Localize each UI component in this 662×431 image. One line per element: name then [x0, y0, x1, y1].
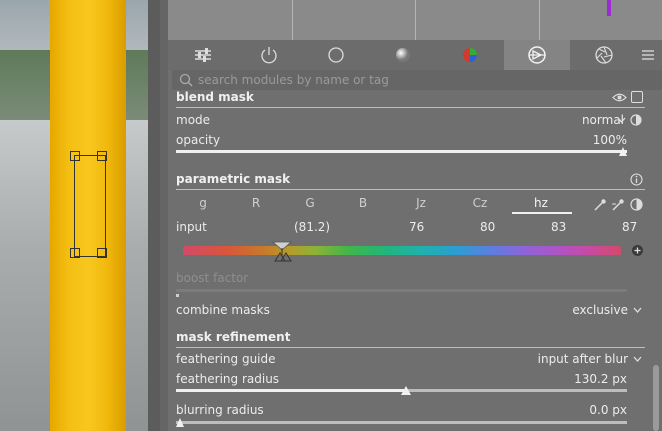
section-divider — [176, 189, 645, 190]
color-sphere-icon — [463, 48, 477, 62]
color-picker-icon[interactable] — [593, 198, 607, 212]
module-group-tabs — [168, 40, 662, 70]
blurring-radius-slider[interactable] — [176, 418, 627, 428]
search-bar — [172, 70, 662, 90]
blend-mask-title: blend mask — [176, 90, 254, 104]
channel-tab-jz[interactable]: Jz — [401, 196, 441, 210]
mode-label: mode — [176, 113, 211, 127]
mode-dropdown[interactable]: normal — [560, 113, 642, 128]
shape-handle-bl[interactable] — [70, 248, 80, 258]
blurring-radius-track — [176, 421, 627, 424]
circle-icon — [328, 47, 344, 63]
tab-color[interactable] — [437, 40, 503, 70]
panel-border — [160, 0, 168, 431]
input-value-4: 87 — [622, 220, 638, 234]
opacity-label: opacity — [176, 133, 221, 147]
input-value-2: 80 — [480, 220, 496, 234]
input-value-3: 83 — [551, 220, 567, 234]
histogram[interactable] — [168, 0, 662, 40]
opacity-slider[interactable] — [176, 147, 627, 158]
image-preview[interactable] — [0, 0, 148, 431]
add-icon[interactable] — [631, 244, 644, 257]
channel-tab-cz[interactable]: Cz — [460, 196, 500, 210]
input-readout: (81.2) — [294, 220, 331, 234]
chevron-down-icon — [617, 117, 626, 123]
boost-factor-slider[interactable] — [176, 289, 627, 292]
hue-gradient-bar[interactable] — [183, 246, 621, 255]
input-label: input — [176, 220, 207, 234]
eye-icon[interactable] — [612, 92, 627, 103]
feathering-guide-value: input after blur — [537, 352, 628, 366]
shutter-icon — [595, 46, 613, 64]
boost-factor-label: boost factor — [176, 271, 249, 285]
feathering-radius-slider[interactable] — [176, 386, 627, 396]
histogram-gridline — [539, 0, 540, 40]
color-picker-set-icon[interactable] — [611, 198, 625, 212]
feathering-radius-label: feathering radius — [176, 372, 280, 386]
feathering-radius-value: 130.2 px — [574, 372, 627, 386]
parametric-mask-title: parametric mask — [176, 172, 291, 186]
chevron-down-icon — [633, 307, 642, 313]
range-markers[interactable] — [271, 240, 295, 262]
opacity-fill — [176, 150, 627, 153]
opacity-marker[interactable] — [619, 147, 627, 156]
search-icon — [179, 73, 193, 87]
info-icon[interactable] — [630, 173, 643, 186]
mask-refinement-title: mask refinement — [176, 330, 291, 344]
shape-handle-tl[interactable] — [70, 151, 80, 161]
input-value-1: 76 — [409, 220, 425, 234]
panel-divider[interactable] — [148, 0, 160, 431]
mask-display-icon[interactable] — [631, 91, 643, 103]
tone-sphere-icon — [396, 48, 410, 62]
active-channel-underline — [512, 212, 572, 214]
combine-masks-value: exclusive — [572, 303, 628, 317]
power-icon — [261, 47, 277, 64]
histogram-gridline — [292, 0, 293, 40]
sliders-icon — [195, 48, 211, 62]
tab-effect[interactable] — [571, 40, 637, 70]
tab-base[interactable] — [303, 40, 369, 70]
opacity-value: 100% — [592, 133, 627, 147]
blurring-radius-marker[interactable] — [176, 418, 184, 427]
aperture-icon — [528, 46, 546, 64]
combine-masks-label: combine masks — [176, 303, 270, 317]
histogram-peak — [607, 0, 611, 16]
hamburger-icon — [642, 50, 654, 60]
panel-scrollbar[interactable] — [653, 365, 659, 431]
boost-factor-marker — [176, 294, 179, 297]
histogram-gridline — [415, 0, 416, 40]
channel-polarity-icon[interactable] — [630, 198, 643, 211]
feathering-guide-dropdown[interactable]: input after blur — [520, 352, 644, 367]
channel-tab-g2[interactable]: G — [290, 196, 330, 210]
channel-tab-hz[interactable]: hz — [521, 196, 561, 210]
feathering-guide-label: feathering guide — [176, 352, 276, 366]
channel-tab-g[interactable]: g — [183, 196, 223, 210]
feathering-radius-fill — [176, 389, 406, 392]
tab-correct[interactable] — [504, 40, 570, 70]
chevron-down-icon — [633, 356, 642, 362]
channel-tab-r[interactable]: R — [236, 196, 276, 210]
tab-menu[interactable] — [634, 40, 662, 70]
search-input[interactable] — [198, 71, 638, 89]
tab-active-modules[interactable] — [236, 40, 302, 70]
tab-quick-access[interactable] — [170, 40, 236, 70]
shape-outline[interactable] — [74, 155, 106, 257]
channel-tab-b[interactable]: B — [343, 196, 383, 210]
polarity-icon — [630, 114, 642, 126]
feathering-radius-marker[interactable] — [401, 386, 411, 395]
tab-tone[interactable] — [370, 40, 436, 70]
section-divider — [176, 347, 645, 348]
section-divider — [176, 107, 645, 108]
blurring-radius-value: 0.0 px — [589, 403, 627, 417]
combine-masks-dropdown[interactable]: exclusive — [540, 303, 644, 318]
blurring-radius-label: blurring radius — [176, 403, 264, 417]
shape-handle-tr[interactable] — [97, 151, 107, 161]
shape-handle-br[interactable] — [97, 248, 107, 258]
